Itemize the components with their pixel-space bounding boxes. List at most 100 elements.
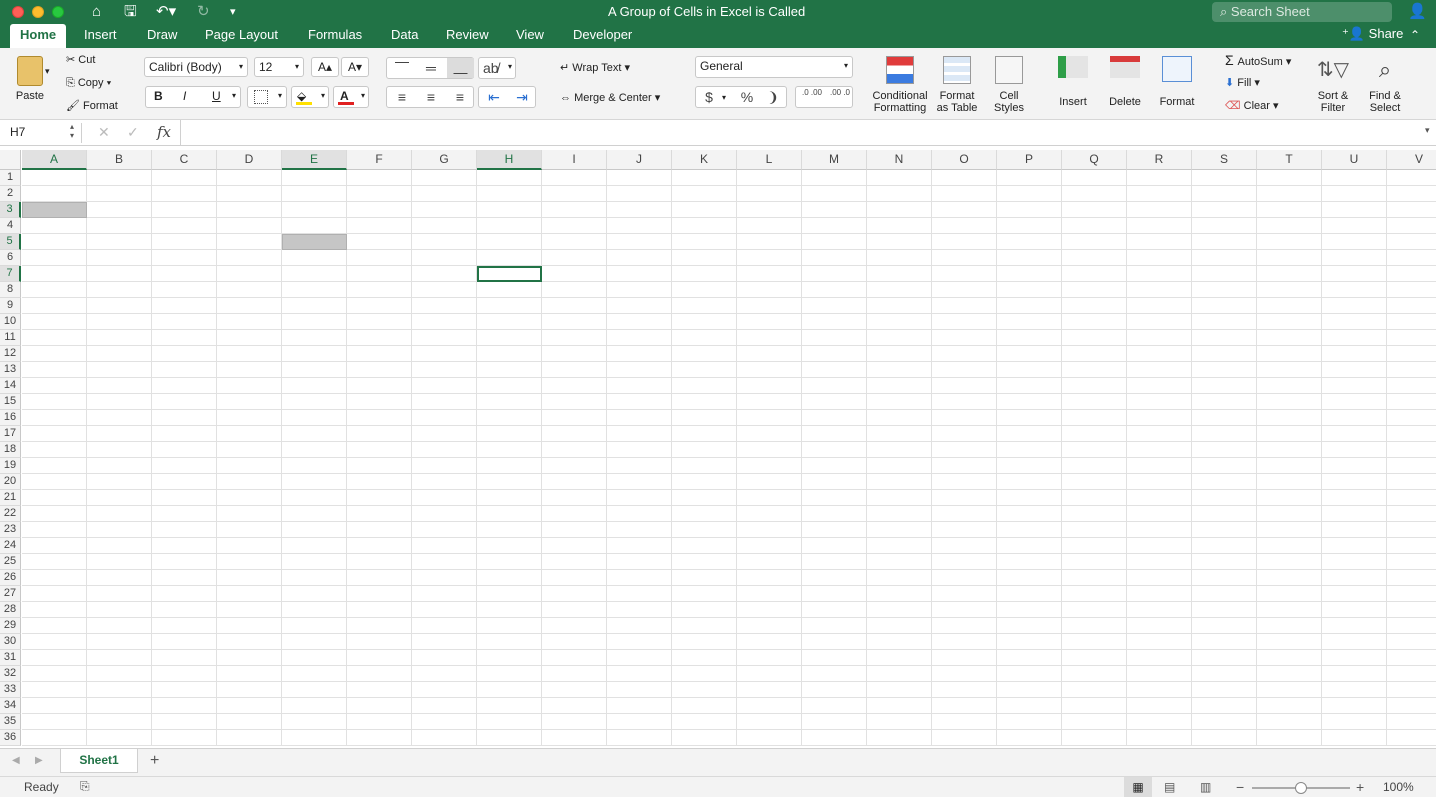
- cell-B34[interactable]: [87, 698, 152, 714]
- cell-N16[interactable]: [867, 410, 932, 426]
- row-header-24[interactable]: 24: [0, 538, 21, 554]
- cell-V15[interactable]: [1387, 394, 1436, 410]
- cell-U35[interactable]: [1322, 714, 1387, 730]
- cell-V3[interactable]: [1387, 202, 1436, 218]
- cell-N18[interactable]: [867, 442, 932, 458]
- cell-N23[interactable]: [867, 522, 932, 538]
- cell-L3[interactable]: [737, 202, 802, 218]
- cell-C8[interactable]: [152, 282, 217, 298]
- cell-C33[interactable]: [152, 682, 217, 698]
- cell-C27[interactable]: [152, 586, 217, 602]
- cell-V13[interactable]: [1387, 362, 1436, 378]
- cell-S14[interactable]: [1192, 378, 1257, 394]
- cell-N21[interactable]: [867, 490, 932, 506]
- cell-O28[interactable]: [932, 602, 997, 618]
- cell-L18[interactable]: [737, 442, 802, 458]
- cell-H13[interactable]: [477, 362, 542, 378]
- cell-O20[interactable]: [932, 474, 997, 490]
- row-header-23[interactable]: 23: [0, 522, 21, 538]
- page-break-view-icon[interactable]: ▥: [1200, 777, 1211, 797]
- cell-D5[interactable]: [217, 234, 282, 250]
- cell-D36[interactable]: [217, 730, 282, 746]
- cell-J2[interactable]: [607, 186, 672, 202]
- cell-K8[interactable]: [672, 282, 737, 298]
- cell-T23[interactable]: [1257, 522, 1322, 538]
- cell-T8[interactable]: [1257, 282, 1322, 298]
- cell-L31[interactable]: [737, 650, 802, 666]
- row-header-33[interactable]: 33: [0, 682, 21, 698]
- undo-icon[interactable]: ↶▾: [156, 3, 176, 21]
- cell-E25[interactable]: [282, 554, 347, 570]
- cell-S11[interactable]: [1192, 330, 1257, 346]
- cell-F9[interactable]: [347, 298, 412, 314]
- cell-E36[interactable]: [282, 730, 347, 746]
- insert-cells-button[interactable]: Insert: [1050, 56, 1096, 108]
- customize-toolbar-icon[interactable]: ▾: [230, 3, 236, 21]
- tab-draw[interactable]: Draw: [147, 24, 177, 48]
- cell-K17[interactable]: [672, 426, 737, 442]
- cell-K34[interactable]: [672, 698, 737, 714]
- cell-F11[interactable]: [347, 330, 412, 346]
- cell-R30[interactable]: [1127, 634, 1192, 650]
- cell-F2[interactable]: [347, 186, 412, 202]
- cell-A33[interactable]: [22, 682, 87, 698]
- format-painter-button[interactable]: 🖌 Format: [66, 99, 118, 113]
- cell-F27[interactable]: [347, 586, 412, 602]
- cell-Q21[interactable]: [1062, 490, 1127, 506]
- cell-Q7[interactable]: [1062, 266, 1127, 282]
- cell-U11[interactable]: [1322, 330, 1387, 346]
- cell-J18[interactable]: [607, 442, 672, 458]
- cell-P8[interactable]: [997, 282, 1062, 298]
- cell-Q16[interactable]: [1062, 410, 1127, 426]
- cell-V34[interactable]: [1387, 698, 1436, 714]
- bold-button[interactable]: B: [154, 87, 163, 105]
- cell-E10[interactable]: [282, 314, 347, 330]
- cell-I28[interactable]: [542, 602, 607, 618]
- cell-G12[interactable]: [412, 346, 477, 362]
- cell-N5[interactable]: [867, 234, 932, 250]
- cell-M25[interactable]: [802, 554, 867, 570]
- cell-R33[interactable]: [1127, 682, 1192, 698]
- cell-M27[interactable]: [802, 586, 867, 602]
- cell-S33[interactable]: [1192, 682, 1257, 698]
- cell-H25[interactable]: [477, 554, 542, 570]
- cell-G35[interactable]: [412, 714, 477, 730]
- cell-A11[interactable]: [22, 330, 87, 346]
- cell-C28[interactable]: [152, 602, 217, 618]
- cell-L20[interactable]: [737, 474, 802, 490]
- cell-F33[interactable]: [347, 682, 412, 698]
- decrease-font-button[interactable]: A▾: [341, 57, 369, 77]
- cell-B30[interactable]: [87, 634, 152, 650]
- cell-I11[interactable]: [542, 330, 607, 346]
- cell-Q25[interactable]: [1062, 554, 1127, 570]
- row-header-9[interactable]: 9: [0, 298, 21, 314]
- cell-Q30[interactable]: [1062, 634, 1127, 650]
- cell-C2[interactable]: [152, 186, 217, 202]
- cell-V24[interactable]: [1387, 538, 1436, 554]
- cell-T36[interactable]: [1257, 730, 1322, 746]
- italic-button[interactable]: I: [183, 87, 186, 105]
- row-header-4[interactable]: 4: [0, 218, 21, 234]
- cell-Q31[interactable]: [1062, 650, 1127, 666]
- cell-S1[interactable]: [1192, 170, 1257, 186]
- wrap-text-button[interactable]: ↵ Wrap Text ▾: [560, 61, 630, 75]
- enter-icon[interactable]: ✓: [127, 124, 139, 141]
- page-layout-view-icon[interactable]: ▤: [1164, 777, 1175, 797]
- cell-S4[interactable]: [1192, 218, 1257, 234]
- cell-A4[interactable]: [22, 218, 87, 234]
- add-sheet-icon[interactable]: +: [150, 752, 159, 770]
- cell-G29[interactable]: [412, 618, 477, 634]
- cell-P13[interactable]: [997, 362, 1062, 378]
- cell-L29[interactable]: [737, 618, 802, 634]
- cell-G11[interactable]: [412, 330, 477, 346]
- search-sheet-input[interactable]: ⌕ Search Sheet: [1212, 2, 1392, 22]
- merge-center-button[interactable]: ⇔ Merge & Center ▾: [560, 91, 660, 105]
- cell-L33[interactable]: [737, 682, 802, 698]
- cell-V35[interactable]: [1387, 714, 1436, 730]
- save-icon[interactable]: 🖫: [124, 3, 137, 21]
- cell-N11[interactable]: [867, 330, 932, 346]
- cell-S20[interactable]: [1192, 474, 1257, 490]
- cell-F20[interactable]: [347, 474, 412, 490]
- cell-U23[interactable]: [1322, 522, 1387, 538]
- column-header-T[interactable]: T: [1257, 150, 1322, 170]
